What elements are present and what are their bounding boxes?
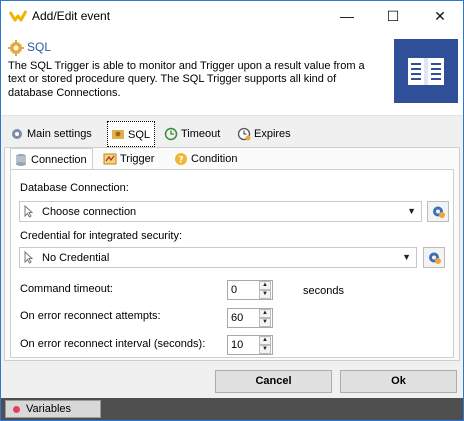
credential-settings-button[interactable]: [423, 247, 445, 268]
command-timeout-stepper[interactable]: 0 ▲ ▼: [227, 280, 273, 300]
connection-settings-button[interactable]: [427, 201, 449, 222]
chevron-down-icon: ▼: [402, 252, 411, 262]
reconnect-attempts-stepper[interactable]: 60 ▲ ▼: [227, 308, 273, 328]
chevron-down-icon: ▼: [407, 206, 416, 216]
spin-up-icon[interactable]: ▲: [259, 281, 271, 290]
tab-condition[interactable]: ? Condition: [171, 148, 249, 170]
pointer-icon: [24, 251, 33, 264]
connection-panel: Database Connection: Choose connection ▼…: [10, 169, 454, 358]
tab-sql[interactable]: SQL: [107, 121, 155, 147]
tab-expires[interactable]: Expires: [234, 122, 298, 146]
svg-text:?: ?: [178, 156, 183, 166]
database-icon: [16, 154, 26, 166]
trigger-icon: [103, 153, 117, 165]
pointer-icon: [24, 205, 33, 218]
reconnect-interval-stepper[interactable]: 10 ▲ ▼: [227, 335, 273, 355]
gear-settings-icon: [429, 252, 441, 264]
spin-down-icon[interactable]: ▼: [259, 345, 271, 354]
database-connection-select[interactable]: Choose connection ▼: [19, 201, 422, 222]
minimize-button[interactable]: —: [324, 1, 370, 32]
reconnect-interval-label: On error reconnect interval (seconds):: [20, 338, 206, 350]
gear-icon: [12, 129, 22, 139]
close-button[interactable]: ✕: [417, 1, 463, 32]
add-edit-event-window: Add/Edit event — ☐ ✕ SQL The SQL Trigger…: [0, 0, 464, 421]
reconnect-attempts-label: On error reconnect attempts:: [20, 310, 161, 322]
page-title: SQL: [27, 40, 52, 54]
header-panel: SQL The SQL Trigger is able to monitor a…: [1, 32, 463, 116]
credential-label: Credential for integrated security:: [20, 230, 183, 242]
seconds-label: seconds: [303, 285, 344, 297]
variables-button[interactable]: Variables: [5, 400, 101, 418]
credential-select[interactable]: No Credential ▼: [19, 247, 417, 268]
status-bar: Variables: [1, 398, 463, 420]
ok-button[interactable]: Ok: [340, 370, 457, 393]
cancel-button[interactable]: Cancel: [215, 370, 332, 393]
tab-timeout[interactable]: Timeout: [161, 122, 227, 146]
spin-down-icon[interactable]: ▼: [259, 318, 271, 327]
question-icon: ?: [175, 153, 187, 166]
gear-settings-icon: [433, 206, 445, 218]
clock-icon: [164, 127, 178, 141]
app-logo-icon: [9, 10, 27, 22]
maximize-button[interactable]: ☐: [370, 1, 416, 32]
title-bar: Add/Edit event — ☐ ✕: [1, 1, 463, 32]
database-connection-label: Database Connection:: [20, 182, 129, 194]
expires-clock-icon: [237, 127, 251, 141]
sql-tab-panel: Connection Trigger ? Condition Database …: [4, 147, 460, 361]
tab-main-settings[interactable]: Main settings: [7, 122, 101, 146]
sql-gear-icon: [8, 40, 24, 56]
window-title: Add/Edit event: [32, 9, 111, 23]
sql-folder-icon: [112, 130, 124, 139]
open-book-icon: [408, 58, 444, 85]
spin-up-icon[interactable]: ▲: [259, 336, 271, 345]
command-timeout-label: Command timeout:: [20, 283, 113, 295]
variables-dot-icon: [13, 406, 20, 413]
tab-trigger[interactable]: Trigger: [100, 148, 164, 170]
tab-connection[interactable]: Connection: [10, 148, 93, 170]
description-text: The SQL Trigger is able to monitor and T…: [8, 60, 365, 99]
spin-down-icon[interactable]: ▼: [259, 290, 271, 299]
book-logo: [394, 39, 458, 103]
spin-up-icon[interactable]: ▲: [259, 309, 271, 318]
